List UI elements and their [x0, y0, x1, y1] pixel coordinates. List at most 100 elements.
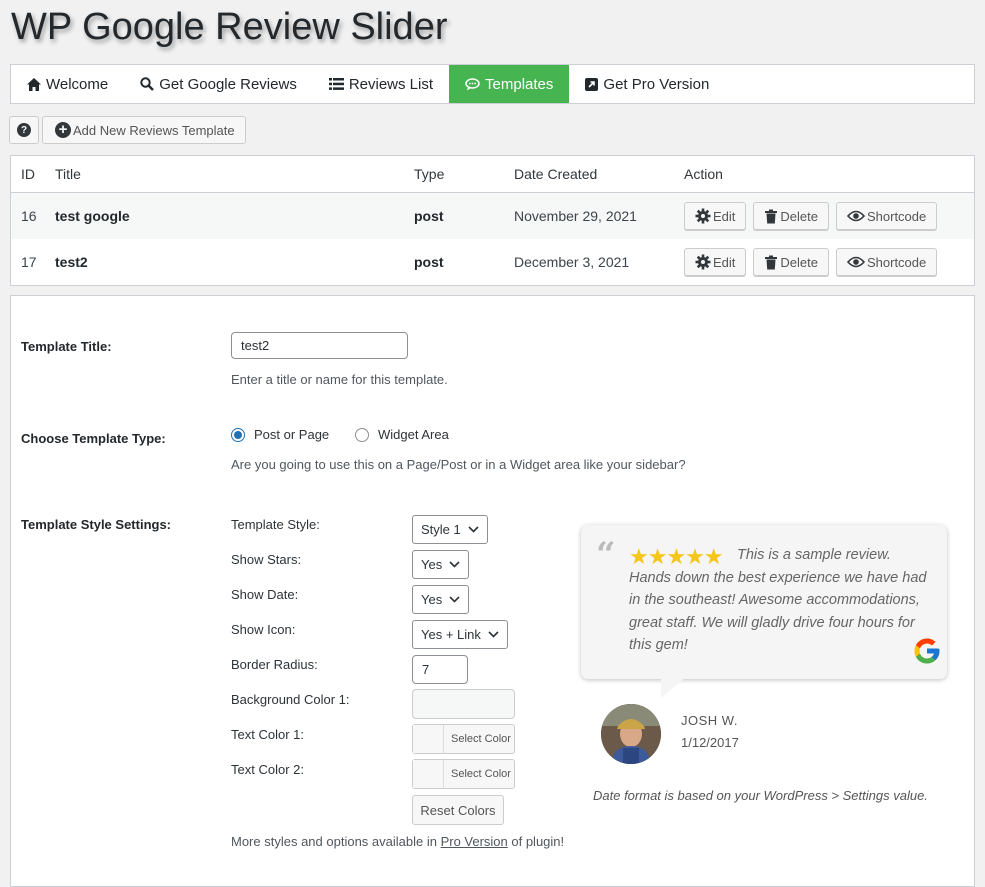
color-swatch — [413, 760, 444, 788]
templates-table: ID Title Type Date Created Action 16 tes… — [10, 155, 975, 286]
chevron-down-icon — [488, 631, 499, 638]
text-color-2-label: Text Color 2: — [231, 762, 304, 777]
gear-icon — [695, 208, 711, 224]
table-row: 16 test google post November 29, 2021 Ed… — [11, 193, 974, 239]
review-text: This is a sample review. Hands down the … — [629, 547, 927, 653]
show-stars-select[interactable]: Yes — [412, 550, 470, 579]
row-title: test2 — [55, 254, 88, 270]
radio-label: Post or Page — [254, 427, 330, 442]
eye-icon — [846, 256, 865, 268]
tab-templates[interactable]: Templates — [449, 65, 570, 103]
row-actions: Edit Delete Shortcode — [684, 248, 944, 276]
template-title-desc: Enter a title or name for this template. — [231, 372, 448, 387]
template-form: Template Title: test2 Enter a title or n… — [10, 295, 975, 887]
border-radius-input[interactable]: 7 — [412, 655, 468, 684]
tab-reviews-list[interactable]: Reviews List — [313, 65, 449, 103]
shortcode-button[interactable]: Shortcode — [835, 248, 938, 276]
page-title: WP Google Review Slider — [11, 6, 448, 48]
table-row: 17 test2 post December 3, 2021 Edit Dele… — [11, 239, 974, 285]
add-new-template-button[interactable]: + Add New Reviews Template — [42, 116, 246, 144]
select-value: Yes — [421, 557, 443, 572]
bg-color-1-input[interactable] — [412, 689, 515, 719]
gear-icon — [695, 254, 711, 270]
comments-icon — [465, 77, 480, 91]
trash-icon — [764, 209, 778, 224]
tab-label: Get Google Reviews — [159, 75, 297, 93]
shortcode-label: Shortcode — [866, 208, 927, 224]
chevron-down-icon — [449, 596, 460, 603]
add-button-label: Add New Reviews Template — [73, 122, 235, 138]
template-style-label: Template Style Settings: — [21, 517, 172, 532]
row-type: post — [414, 208, 444, 224]
edit-label: Edit — [713, 254, 736, 270]
radio-checked — [231, 427, 245, 442]
eye-icon — [846, 210, 865, 222]
help-button[interactable]: ? — [9, 116, 39, 144]
row-date: December 3, 2021 — [514, 254, 630, 270]
row-type: post — [414, 254, 444, 270]
trash-icon — [764, 255, 778, 270]
select-value: Style 1 — [421, 522, 461, 537]
chevron-down-icon — [449, 561, 460, 568]
radio-label: Widget Area — [378, 427, 449, 442]
external-link-icon — [585, 77, 599, 91]
row-id: 17 — [21, 254, 37, 270]
chevron-down-icon — [468, 526, 479, 533]
show-date-label: Show Date: — [231, 587, 299, 602]
show-stars-label: Show Stars: — [231, 552, 302, 567]
quote-icon: “ — [596, 535, 616, 575]
question-icon: ? — [17, 123, 31, 137]
show-icon-select[interactable]: Yes + Link — [412, 620, 508, 649]
select-color-label: Select Color — [451, 733, 511, 745]
delete-label: Delete — [780, 208, 818, 224]
text-color-1-picker[interactable]: Select Color — [412, 724, 515, 754]
google-icon — [912, 636, 942, 669]
radio-post-or-page[interactable]: Post or Page — [231, 427, 329, 442]
more-suffix: of plugin! — [507, 834, 565, 849]
select-color-label: Select Color — [451, 768, 511, 780]
template-style-select[interactable]: Style 1 — [412, 515, 488, 544]
tab-label: Welcome — [46, 75, 109, 93]
col-id: ID — [21, 166, 35, 182]
reset-colors-button[interactable]: Reset Colors — [412, 795, 504, 825]
shortcode-label: Shortcode — [866, 254, 927, 270]
date-format-note: Date format is based on your WordPress >… — [593, 788, 928, 803]
show-icon-label: Show Icon: — [231, 622, 296, 637]
reviewer-name: JOSH W. — [681, 713, 738, 728]
col-title: Title — [55, 166, 81, 182]
row-id: 16 — [21, 208, 37, 224]
tab-label: Get Pro Version — [603, 75, 710, 93]
tab-welcome[interactable]: Welcome — [11, 65, 124, 103]
delete-button[interactable]: Delete — [753, 248, 829, 276]
tab-get-pro-version[interactable]: Get Pro Version — [569, 65, 725, 103]
select-value: Yes + Link — [421, 627, 481, 642]
pro-version-link[interactable]: Pro Version — [441, 834, 508, 849]
speech-tail — [661, 678, 685, 698]
template-title-input[interactable]: test2 — [231, 332, 408, 359]
row-title: test google — [55, 208, 130, 224]
edit-button[interactable]: Edit — [684, 248, 747, 276]
shortcode-button[interactable]: Shortcode — [835, 202, 938, 230]
home-icon — [27, 77, 41, 91]
review-preview-card: “ ★★★★★ This is a sample review. Hands d… — [581, 525, 947, 698]
delete-button[interactable]: Delete — [753, 202, 829, 230]
edit-label: Edit — [713, 208, 736, 224]
col-date: Date Created — [514, 166, 598, 182]
edit-button[interactable]: Edit — [684, 202, 747, 230]
table-header: ID Title Type Date Created Action — [11, 156, 974, 193]
tab-label: Reviews List — [348, 75, 434, 93]
avatar — [601, 704, 661, 764]
template-type-desc: Are you going to use this on a Page/Post… — [231, 457, 686, 472]
col-action: Action — [684, 166, 723, 182]
more-prefix: More styles and options available in — [231, 834, 441, 849]
col-type: Type — [414, 166, 445, 182]
tab-get-google-reviews[interactable]: Get Google Reviews — [124, 65, 313, 103]
show-date-select[interactable]: Yes — [412, 585, 470, 614]
text-color-2-picker[interactable]: Select Color — [412, 759, 515, 789]
radio-widget-area[interactable]: Widget Area — [355, 427, 449, 442]
select-value: Yes — [421, 592, 443, 607]
border-radius-label: Border Radius: — [231, 657, 318, 672]
plus-circle-icon: + — [55, 122, 71, 138]
radio-unchecked — [355, 427, 369, 442]
text-color-1-label: Text Color 1: — [231, 727, 304, 742]
